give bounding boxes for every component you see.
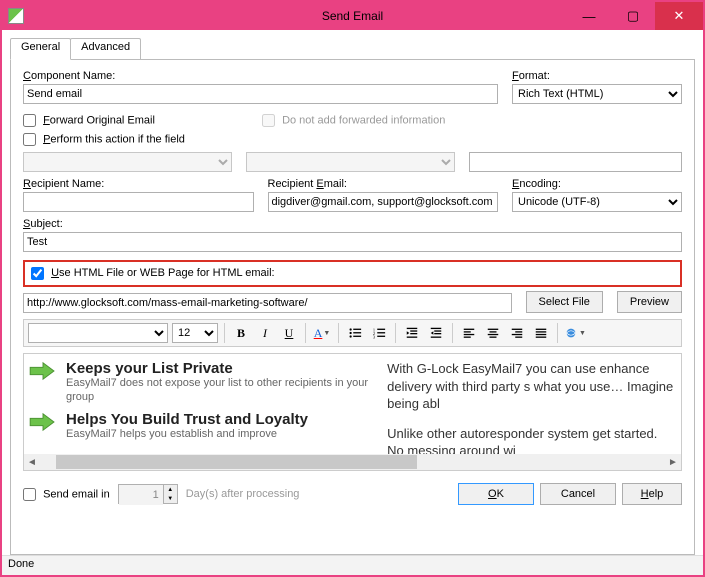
do-not-add-fwd-checkbox: Do not add forwarded information [262, 114, 445, 127]
recipient-email-input[interactable] [268, 192, 499, 212]
perform-value-input [469, 152, 682, 172]
format-select[interactable]: Rich Text (HTML) [512, 84, 682, 104]
spin-up-button: ▲ [163, 485, 177, 494]
insert-link-button[interactable]: ▼ [564, 323, 586, 343]
bold-button[interactable]: B [231, 323, 251, 343]
preview-button[interactable]: Preview [617, 291, 682, 313]
feature-title: Helps You Build Trust and Loyalty [66, 411, 308, 428]
outdent-button[interactable] [402, 323, 422, 343]
select-file-button[interactable]: Select File [526, 291, 603, 313]
font-family-select[interactable] [28, 323, 168, 343]
preview-paragraph: With G-Lock EasyMail7 you can use enhanc… [387, 360, 677, 413]
align-left-button[interactable] [459, 323, 479, 343]
status-text: Done [8, 558, 34, 570]
perform-field-select [23, 152, 232, 172]
svg-text:3: 3 [373, 334, 376, 339]
align-right-button[interactable] [507, 323, 527, 343]
use-html-file-checkbox[interactable]: Use HTML File or WEB Page for HTML email… [31, 267, 275, 279]
days-after-label: Day(s) after processing [186, 488, 300, 500]
recipient-name-label: Recipient Name: [23, 178, 254, 190]
days-spinner: ▲▼ [118, 484, 178, 504]
component-name-input[interactable] [23, 84, 498, 104]
days-input [119, 485, 163, 505]
tab-general[interactable]: General [10, 38, 71, 60]
close-button[interactable]: ✕ [655, 2, 703, 30]
font-color-button[interactable]: A▼ [312, 323, 332, 343]
subject-label: Subject: [23, 218, 682, 230]
scroll-right-button[interactable]: ► [665, 454, 681, 470]
subject-input[interactable] [23, 232, 682, 252]
spin-down-button: ▼ [163, 494, 177, 503]
use-html-file-group: Use HTML File or WEB Page for HTML email… [23, 260, 682, 287]
bullet-list-button[interactable] [345, 323, 365, 343]
tab-advanced[interactable]: Advanced [70, 38, 141, 59]
component-name-label: Component Name: [23, 70, 498, 82]
recipient-name-input[interactable] [23, 192, 254, 212]
feature-subtitle: EasyMail7 helps you establish and improv… [66, 428, 308, 442]
font-size-select[interactable]: 12 [172, 323, 218, 343]
align-justify-button[interactable] [531, 323, 551, 343]
maximize-button[interactable]: ▢ [611, 2, 655, 30]
window-title: Send Email [322, 9, 383, 23]
align-center-button[interactable] [483, 323, 503, 343]
scroll-left-button[interactable]: ◄ [24, 454, 40, 470]
cancel-button[interactable]: Cancel [540, 483, 616, 505]
html-file-path-input[interactable] [23, 293, 512, 313]
send-email-in-checkbox[interactable]: Send email in [23, 488, 110, 501]
help-button[interactable]: Help [622, 483, 682, 505]
recipient-email-label: Recipient Email: [268, 178, 499, 190]
indent-button[interactable] [426, 323, 446, 343]
app-icon [8, 8, 24, 24]
perform-action-checkbox[interactable]: Perform this action if the field [23, 133, 185, 146]
perform-op-select [246, 152, 455, 172]
minimize-button[interactable]: — [567, 2, 611, 30]
feature-title: Keeps your List Private [66, 360, 387, 377]
ok-button[interactable]: OK [458, 483, 534, 505]
tab-strip: General Advanced [10, 38, 695, 60]
italic-button[interactable]: I [255, 323, 275, 343]
editor-preview: Keeps your List Private EasyMail7 does n… [23, 353, 682, 471]
horizontal-scrollbar[interactable]: ◄ ► [24, 454, 681, 470]
number-list-button[interactable]: 123 [369, 323, 389, 343]
underline-button[interactable]: U [279, 323, 299, 343]
encoding-label: Encoding: [512, 178, 682, 190]
status-bar: Done [2, 555, 703, 575]
title-bar: Send Email — ▢ ✕ [2, 2, 703, 30]
arrow-right-icon [28, 360, 58, 382]
format-label: Format: [512, 70, 682, 82]
scroll-thumb[interactable] [56, 455, 417, 469]
feature-subtitle: EasyMail7 does not expose your list to o… [66, 377, 387, 405]
arrow-right-icon [28, 411, 58, 433]
editor-toolbar: 12 B I U A▼ 123 ▼ [23, 319, 682, 347]
encoding-select[interactable]: Unicode (UTF-8) [512, 192, 682, 212]
forward-original-checkbox[interactable]: Forward Original Email [23, 114, 248, 127]
